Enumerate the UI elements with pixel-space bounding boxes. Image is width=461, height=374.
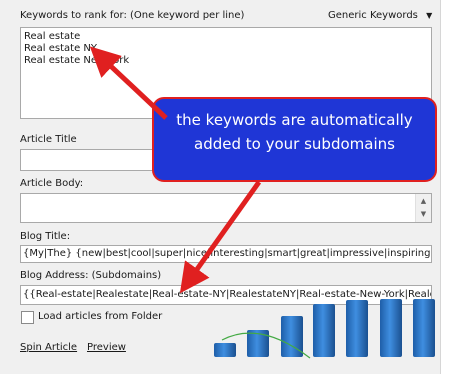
page-scroll-track[interactable] xyxy=(441,0,461,374)
load-folder-label: Load articles from Folder xyxy=(38,311,163,322)
preview-link[interactable]: Preview xyxy=(87,342,126,353)
growth-bar xyxy=(247,330,269,357)
keyword-line: Real estate New York xyxy=(24,55,130,66)
blog-title-label: Blog Title: xyxy=(20,231,71,242)
growth-bar xyxy=(281,316,303,357)
article-body-textarea[interactable]: ▲ ▼ xyxy=(20,193,432,223)
article-body-scrollbar[interactable]: ▲ ▼ xyxy=(415,194,431,222)
keywords-label: Keywords to rank for: (One keyword per l… xyxy=(20,10,245,21)
load-folder-checkbox[interactable] xyxy=(21,311,34,324)
blog-title-input[interactable]: {My|The} {new|best|cool|super|nice|inter… xyxy=(20,245,432,263)
caret-down-icon: ▼ xyxy=(426,11,433,20)
blog-address-input[interactable]: {{Real-estate|Realestate|Real-estate-NY|… xyxy=(20,285,432,305)
growth-bar xyxy=(313,304,335,357)
growth-bar xyxy=(413,299,435,357)
growth-bar xyxy=(214,343,236,357)
blog-title-value: {My|The} {new|best|cool|super|nice|inter… xyxy=(23,248,432,259)
keyword-line: Real estate xyxy=(24,31,81,42)
keyword-type-label: Generic Keywords xyxy=(328,10,418,21)
growth-bar xyxy=(380,299,402,357)
blog-address-value: {{Real-estate|Realestate|Real-estate-NY|… xyxy=(23,289,432,300)
article-title-label: Article Title xyxy=(20,134,77,145)
keyword-type-dropdown[interactable]: Generic Keywords ▼ xyxy=(328,10,432,21)
scroll-down-icon[interactable]: ▼ xyxy=(416,207,431,222)
keyword-line: Real estate NY xyxy=(24,43,97,54)
growth-bar xyxy=(346,300,368,357)
article-body-label: Article Body: xyxy=(20,178,84,189)
blog-address-label: Blog Address: (Subdomains) xyxy=(20,270,162,281)
spin-article-link[interactable]: Spin Article xyxy=(20,342,77,353)
callout-box: the keywords are automatically added to … xyxy=(152,97,437,182)
